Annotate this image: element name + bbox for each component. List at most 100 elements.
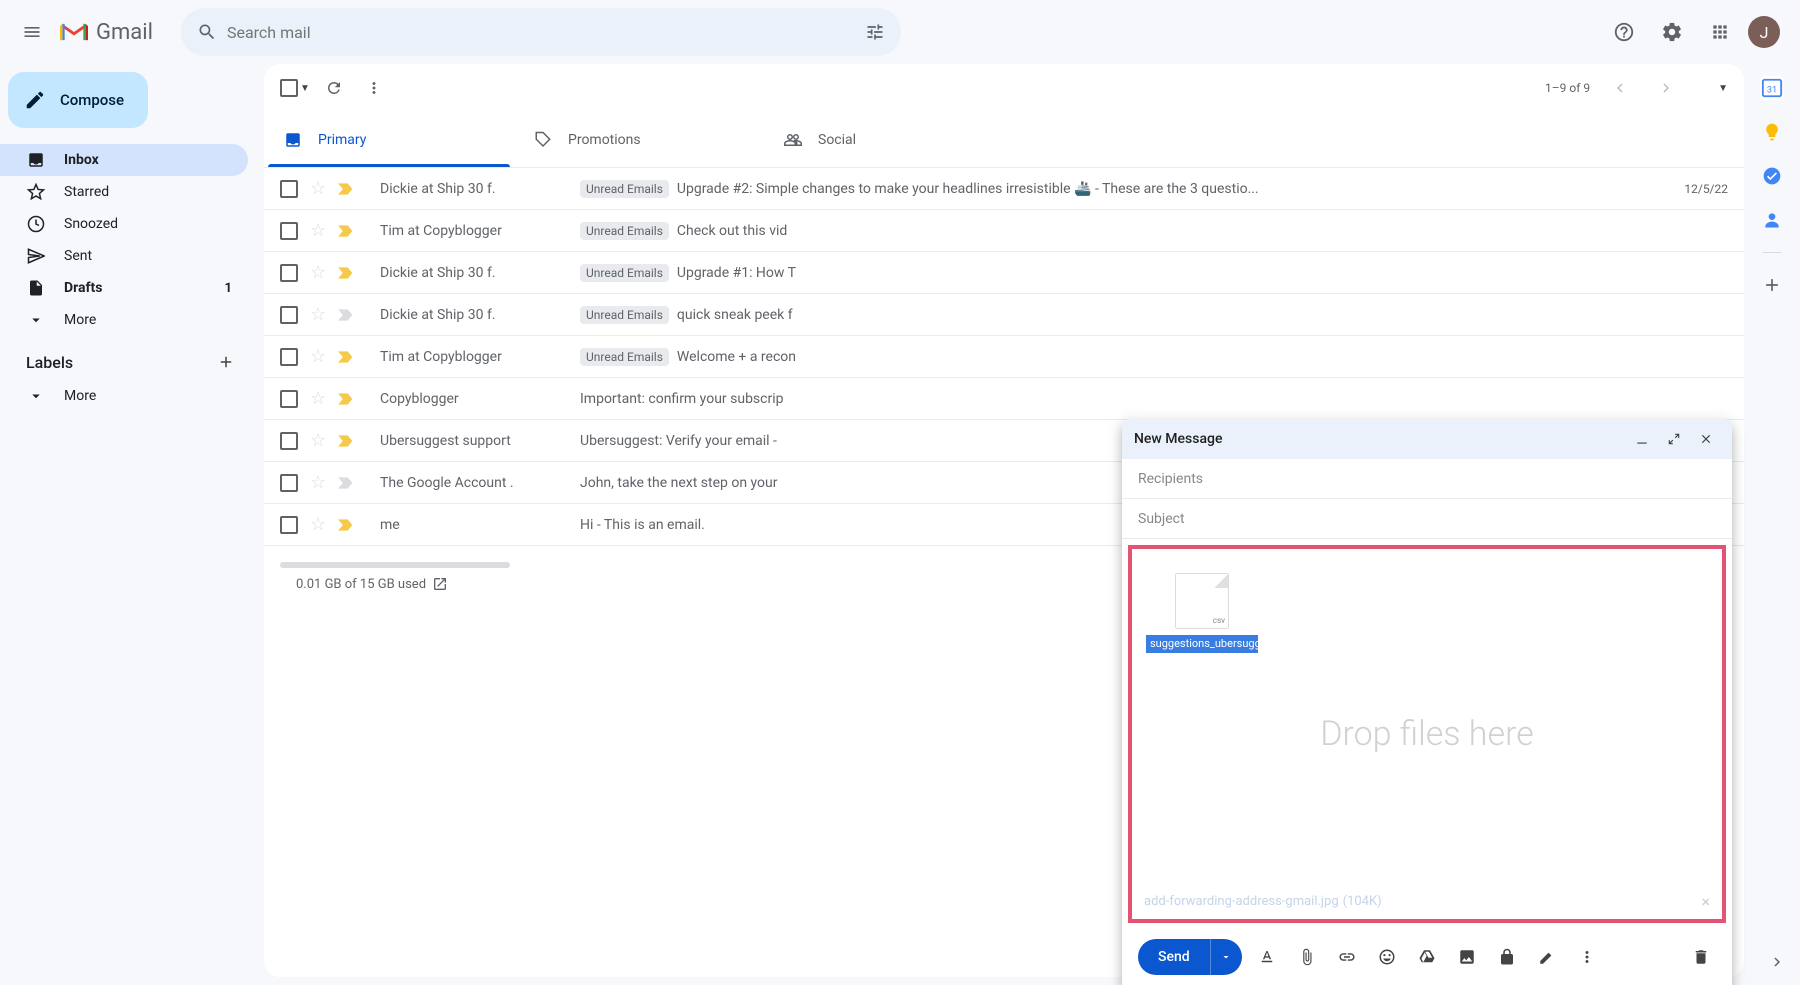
gmail-logo[interactable]: Gmail xyxy=(60,20,153,45)
emoji-button[interactable] xyxy=(1372,942,1402,972)
row-checkbox[interactable] xyxy=(280,264,298,282)
email-row[interactable]: ☆ Tim at Copyblogger Unread Emails Check… xyxy=(264,210,1744,252)
send-button[interactable]: Send xyxy=(1138,949,1210,965)
tab-social[interactable]: Social xyxy=(764,112,1014,167)
close-compose-button[interactable] xyxy=(1692,425,1720,453)
more-actions-button[interactable] xyxy=(358,72,390,104)
header-actions: J xyxy=(1604,12,1792,52)
importance-marker[interactable] xyxy=(338,182,356,196)
star-button[interactable]: ☆ xyxy=(310,514,326,535)
minimize-button[interactable] xyxy=(1628,425,1656,453)
importance-marker[interactable] xyxy=(338,308,356,322)
nav-drafts[interactable]: Drafts 1 xyxy=(0,272,248,304)
drive-button[interactable] xyxy=(1412,942,1442,972)
account-avatar[interactable]: J xyxy=(1748,16,1780,48)
row-checkbox[interactable] xyxy=(280,222,298,240)
email-label-chip[interactable]: Unread Emails xyxy=(580,222,669,240)
importance-marker[interactable] xyxy=(338,476,356,490)
photo-button[interactable] xyxy=(1452,942,1482,972)
send-options-button[interactable] xyxy=(1210,939,1242,975)
row-checkbox[interactable] xyxy=(280,390,298,408)
apps-grid-icon xyxy=(1710,22,1730,42)
confidential-button[interactable] xyxy=(1492,942,1522,972)
settings-button[interactable] xyxy=(1652,12,1692,52)
importance-marker[interactable] xyxy=(338,518,356,532)
tab-primary[interactable]: Primary xyxy=(264,112,514,167)
compose-body[interactable]: csv suggestions_ubersuggest...limit.csv … xyxy=(1122,539,1732,929)
more-options-button[interactable] xyxy=(1572,942,1602,972)
keep-app-button[interactable] xyxy=(1760,120,1784,144)
calendar-app-button[interactable]: 31 xyxy=(1760,76,1784,100)
row-checkbox[interactable] xyxy=(280,474,298,492)
compose-button[interactable]: Compose xyxy=(8,72,148,128)
email-label-chip[interactable]: Unread Emails xyxy=(580,264,669,282)
importance-marker[interactable] xyxy=(338,266,356,280)
format-button[interactable] xyxy=(1252,942,1282,972)
importance-marker[interactable] xyxy=(338,224,356,238)
nav-starred[interactable]: Starred xyxy=(0,176,248,208)
signature-button[interactable] xyxy=(1532,942,1562,972)
recipients-field[interactable]: Recipients xyxy=(1122,459,1732,499)
attach-button[interactable] xyxy=(1292,942,1322,972)
prev-page-button[interactable] xyxy=(1604,72,1636,104)
row-checkbox[interactable] xyxy=(280,348,298,366)
star-button[interactable]: ☆ xyxy=(310,178,326,199)
star-button[interactable]: ☆ xyxy=(310,262,326,283)
search-options-button[interactable] xyxy=(855,12,895,52)
email-subject: Hi - This is an email. xyxy=(580,517,705,533)
star-button[interactable]: ☆ xyxy=(310,388,326,409)
side-panel-collapse[interactable] xyxy=(1768,953,1786,971)
row-checkbox[interactable] xyxy=(280,180,298,198)
compose-window: New Message Recipients Subject csv sugge… xyxy=(1122,419,1732,985)
next-page-button[interactable] xyxy=(1650,72,1682,104)
nav-inbox[interactable]: Inbox xyxy=(0,144,248,176)
email-label-chip[interactable]: Unread Emails xyxy=(580,348,669,366)
nav-sent[interactable]: Sent xyxy=(0,240,248,272)
importance-marker[interactable] xyxy=(338,392,356,406)
drop-zone[interactable]: csv suggestions_ubersuggest...limit.csv … xyxy=(1128,545,1726,923)
email-row[interactable]: ☆ Copyblogger Important: confirm your su… xyxy=(264,378,1744,420)
row-checkbox[interactable] xyxy=(280,516,298,534)
nav-label: More xyxy=(64,312,96,328)
main-menu-button[interactable] xyxy=(8,8,56,56)
external-link-icon[interactable] xyxy=(432,576,448,592)
star-button[interactable]: ☆ xyxy=(310,430,326,451)
importance-marker[interactable] xyxy=(338,350,356,364)
star-button[interactable]: ☆ xyxy=(310,472,326,493)
tab-promotions[interactable]: Promotions xyxy=(514,112,764,167)
labels-more[interactable]: More xyxy=(0,380,248,412)
row-checkbox[interactable] xyxy=(280,306,298,324)
support-button[interactable] xyxy=(1604,12,1644,52)
input-mode-button[interactable]: ▼ xyxy=(1696,81,1728,95)
email-row[interactable]: ☆ Dickie at Ship 30 f. Unread Emails Upg… xyxy=(264,168,1744,210)
remove-attachment-button[interactable]: × xyxy=(1701,892,1710,911)
row-checkbox[interactable] xyxy=(280,432,298,450)
search-input[interactable] xyxy=(227,23,855,42)
select-all-control[interactable]: ▼ xyxy=(280,79,310,97)
nav-snoozed[interactable]: Snoozed xyxy=(0,208,248,240)
star-button[interactable]: ☆ xyxy=(310,304,326,325)
star-button[interactable]: ☆ xyxy=(310,220,326,241)
importance-marker[interactable] xyxy=(338,434,356,448)
star-button[interactable]: ☆ xyxy=(310,346,326,367)
google-apps-button[interactable] xyxy=(1700,12,1740,52)
email-label-chip[interactable]: Unread Emails xyxy=(580,180,669,198)
tasks-app-button[interactable] xyxy=(1760,164,1784,188)
get-addons-button[interactable] xyxy=(1760,273,1784,297)
compose-header[interactable]: New Message xyxy=(1122,419,1732,459)
search-button[interactable] xyxy=(187,12,227,52)
add-label-button[interactable] xyxy=(212,348,240,376)
nav-more[interactable]: More xyxy=(0,304,248,336)
fullscreen-button[interactable] xyxy=(1660,425,1688,453)
email-row[interactable]: ☆ Dickie at Ship 30 f. Unread Emails Upg… xyxy=(264,252,1744,294)
email-row[interactable]: ☆ Tim at Copyblogger Unread Emails Welco… xyxy=(264,336,1744,378)
subject-field[interactable]: Subject xyxy=(1122,499,1732,539)
file-preview[interactable]: csv suggestions_ubersuggest...limit.csv xyxy=(1172,573,1232,653)
discard-draft-button[interactable] xyxy=(1686,942,1716,972)
contacts-app-button[interactable] xyxy=(1760,208,1784,232)
email-label-chip[interactable]: Unread Emails xyxy=(580,306,669,324)
link-button[interactable] xyxy=(1332,942,1362,972)
refresh-button[interactable] xyxy=(318,72,350,104)
attachment-name[interactable]: add-forwarding-address-gmail.jpg xyxy=(1144,894,1339,909)
email-row[interactable]: ☆ Dickie at Ship 30 f. Unread Emails qui… xyxy=(264,294,1744,336)
